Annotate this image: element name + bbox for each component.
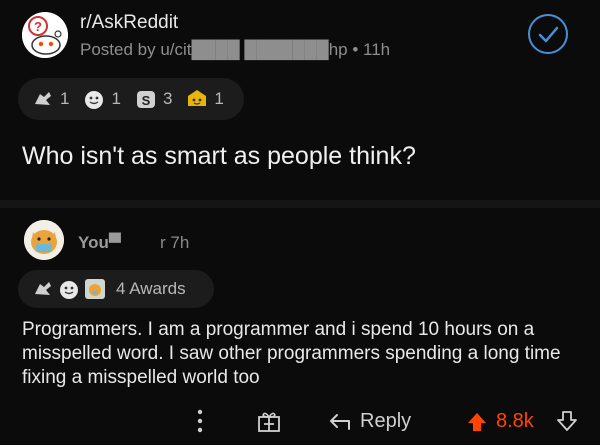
- tiger-award-icon: [84, 278, 106, 300]
- downvote-button[interactable]: [556, 410, 578, 432]
- wholesome-award-icon: [58, 278, 80, 300]
- award-count: 3: [162, 89, 173, 108]
- svg-text:?: ?: [34, 19, 42, 34]
- commenter-avatar[interactable]: [24, 220, 64, 260]
- post-meta: Posted by u/cit████ ███████hp • 11h: [80, 40, 391, 59]
- award-count: 1: [111, 89, 121, 108]
- award-count: 1: [214, 89, 224, 108]
- post-title[interactable]: Who isn't as smart as people think?: [22, 142, 416, 171]
- award-count: 1: [60, 89, 70, 108]
- upvote-button[interactable]: 8.8k: [466, 410, 534, 433]
- comment-username[interactable]: You▀: [78, 233, 121, 253]
- comment-body: Programmers. I am a programmer and i spe…: [22, 319, 561, 388]
- reply-arrow-icon: [330, 413, 350, 430]
- tiger-avatar-icon: [24, 220, 64, 260]
- post-awards-bar[interactable]: 1 1 S 3 1: [18, 78, 244, 120]
- comment-awards-bar[interactable]: 4 Awards: [18, 270, 214, 308]
- more-options-button[interactable]: [196, 408, 204, 434]
- reply-label: Reply: [360, 410, 412, 432]
- checkmark-icon: [538, 26, 559, 43]
- kebab-menu-icon: [197, 409, 203, 433]
- silver-award-icon: [32, 278, 54, 300]
- comment-action-bar: Reply 8.8k: [0, 402, 600, 445]
- downvote-arrow-icon: [557, 411, 577, 431]
- comment-time: r 7h: [160, 233, 190, 252]
- subreddit-name[interactable]: r/AskReddit: [80, 12, 178, 34]
- vote-score: 8.8k: [496, 410, 534, 432]
- upvote-arrow-icon: [468, 412, 486, 431]
- awards-label: 4 Awards: [116, 279, 186, 298]
- wholesome-award-icon: [83, 88, 105, 110]
- svg-text:S: S: [142, 93, 151, 108]
- gift-icon: [258, 412, 280, 432]
- subreddit-avatar[interactable]: ?: [22, 12, 68, 58]
- silver-award-icon: [32, 88, 54, 110]
- helpful-award-icon: S: [135, 88, 157, 110]
- reply-button[interactable]: Reply: [328, 410, 411, 433]
- gold-award-icon: [186, 88, 208, 110]
- reddit-snoo-icon: ?: [22, 12, 68, 58]
- divider: [0, 200, 600, 208]
- join-check-button[interactable]: [528, 14, 568, 54]
- give-award-button[interactable]: [256, 408, 282, 434]
